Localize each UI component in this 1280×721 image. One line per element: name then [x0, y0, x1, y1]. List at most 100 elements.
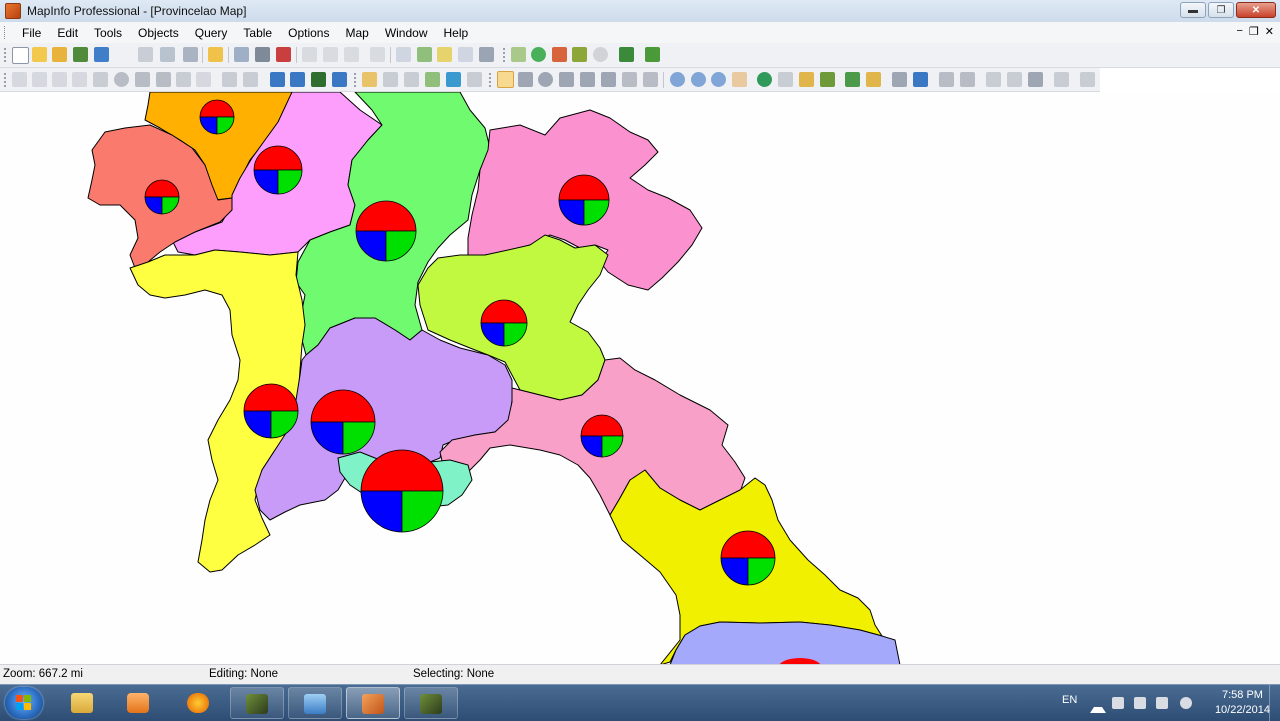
document-minimize-button[interactable]: − — [1236, 25, 1242, 38]
geocode-icon[interactable] — [552, 47, 567, 62]
toolbar-grip[interactable] — [503, 48, 508, 62]
pie-chart-symbol[interactable] — [580, 414, 624, 458]
rounded-rectangle-tool-icon[interactable] — [156, 72, 171, 87]
new-grapher-icon[interactable] — [437, 47, 452, 62]
add-node-icon[interactable] — [243, 72, 258, 87]
document-restore-button[interactable]: ❐ — [1249, 25, 1259, 38]
drag-window-icon[interactable] — [820, 72, 835, 87]
polyline-tool-icon[interactable] — [52, 72, 67, 87]
pie-chart-symbol[interactable] — [720, 530, 776, 586]
open-universal-data-icon[interactable] — [94, 47, 109, 62]
rectangle-tool-icon[interactable] — [135, 72, 150, 87]
taskbar-clock[interactable]: 7:58 PM 10/22/2014 — [1215, 688, 1270, 718]
taskbar-media-player-button[interactable] — [112, 687, 166, 719]
run-mapbasic-icon[interactable] — [619, 47, 634, 62]
minimize-button[interactable]: ▬ — [1180, 2, 1206, 18]
text-tool-icon[interactable] — [176, 72, 191, 87]
show-cartographic-icon[interactable] — [1007, 72, 1022, 87]
taskbar-mapinfo-professional-button[interactable] — [346, 687, 400, 719]
reshape-icon[interactable] — [222, 72, 237, 87]
language-indicator[interactable]: EN — [1062, 694, 1077, 706]
unselect-all-icon[interactable] — [601, 72, 616, 87]
action-center-icon[interactable] — [1112, 697, 1124, 709]
taskbar-remote-desktop-button[interactable] — [288, 687, 342, 719]
undo-icon[interactable] — [370, 47, 385, 62]
line-tool-icon[interactable] — [32, 72, 47, 87]
text-style-icon[interactable] — [332, 72, 347, 87]
export-pdf-icon[interactable] — [276, 47, 291, 62]
show-hidden-icons-arrow-icon[interactable] — [1090, 699, 1106, 713]
objects-split-icon[interactable] — [383, 72, 398, 87]
menu-grip[interactable] — [4, 26, 8, 39]
save-workspace-icon[interactable] — [183, 47, 198, 62]
menu-objects[interactable]: Objects — [130, 26, 187, 40]
layer-control-icon[interactable] — [845, 72, 860, 87]
help-arrow-icon[interactable] — [645, 47, 660, 62]
new-table-icon[interactable] — [12, 47, 29, 64]
polygon-tool-icon[interactable] — [93, 72, 108, 87]
toolbar-grip[interactable] — [4, 48, 9, 62]
set-target-icon[interactable] — [939, 72, 954, 87]
save-table-icon[interactable] — [160, 47, 175, 62]
new-redistrict-icon[interactable] — [479, 47, 494, 62]
menu-help[interactable]: Help — [436, 26, 477, 40]
legend-icon[interactable] — [892, 72, 907, 87]
new-browser-icon[interactable] — [396, 47, 411, 62]
invert-selection-icon[interactable] — [622, 72, 637, 87]
region-style-icon[interactable] — [290, 72, 305, 87]
provinces-map[interactable] — [0, 92, 1280, 664]
show-desktop-button[interactable] — [1269, 685, 1280, 721]
taskbar-mapinfo-tool-button[interactable] — [404, 687, 458, 719]
menu-tools[interactable]: Tools — [86, 26, 130, 40]
pie-chart-symbol[interactable] — [558, 174, 610, 226]
cut-icon[interactable] — [302, 47, 317, 62]
safely-remove-hardware-icon[interactable] — [1134, 697, 1146, 709]
pie-chart-symbol[interactable] — [253, 145, 303, 195]
menu-file[interactable]: File — [14, 26, 49, 40]
objects-combine-icon[interactable] — [362, 72, 377, 87]
menu-map[interactable]: Map — [337, 26, 376, 40]
open-workspace-icon[interactable] — [52, 47, 67, 62]
toolbar-grip[interactable] — [4, 73, 9, 87]
maximize-button[interactable]: ❐ — [1208, 2, 1234, 18]
menu-query[interactable]: Query — [187, 26, 236, 40]
pie-chart-symbol[interactable] — [243, 383, 299, 439]
zoom-out-icon[interactable] — [691, 72, 706, 87]
label-tool-icon[interactable] — [799, 72, 814, 87]
objects-offset-icon[interactable] — [467, 72, 482, 87]
taskbar-mapinfo-button[interactable] — [230, 687, 284, 719]
pie-chart-symbol[interactable] — [199, 99, 235, 135]
symbol-tool-icon[interactable] — [12, 72, 27, 87]
pie-chart-symbol[interactable] — [144, 179, 180, 215]
map-window[interactable] — [0, 92, 1280, 664]
pie-chart-symbol[interactable] — [360, 449, 444, 533]
objects-buffer-icon[interactable] — [425, 72, 440, 87]
open-folder-icon[interactable] — [208, 47, 223, 62]
toolbar-grip[interactable] — [489, 73, 494, 87]
pie-chart-symbol[interactable] — [310, 389, 376, 455]
new-mapper-icon[interactable] — [417, 47, 432, 62]
show-scale-icon[interactable] — [986, 72, 1001, 87]
zoom-status[interactable]: Zoom: 667.2 mi — [3, 668, 83, 680]
menu-edit[interactable]: Edit — [49, 26, 86, 40]
zoom-in-icon[interactable] — [670, 72, 685, 87]
toolbar-grip[interactable] — [354, 73, 359, 87]
copy-icon[interactable] — [323, 47, 338, 62]
pie-chart-symbol[interactable] — [355, 200, 417, 262]
boundary-select-icon[interactable] — [580, 72, 595, 87]
close-button[interactable]: ✕ — [1236, 2, 1276, 18]
network-icon[interactable] — [1156, 697, 1168, 709]
radius-select-icon[interactable] — [538, 72, 553, 87]
polygon-select-icon[interactable] — [559, 72, 574, 87]
menu-options[interactable]: Options — [280, 26, 337, 40]
change-view-icon[interactable] — [711, 72, 726, 87]
ruler-icon[interactable] — [866, 72, 881, 87]
frame-tool-icon[interactable] — [196, 72, 211, 87]
selecting-status[interactable]: Selecting: None — [413, 668, 494, 680]
select-arrow-icon[interactable] — [497, 71, 514, 88]
info-tool-icon[interactable] — [757, 72, 772, 87]
tool-manager-icon[interactable] — [511, 47, 526, 62]
graph-select-icon[interactable] — [643, 72, 658, 87]
redistrict-icon[interactable] — [1080, 72, 1095, 87]
menu-window[interactable]: Window — [377, 26, 436, 40]
